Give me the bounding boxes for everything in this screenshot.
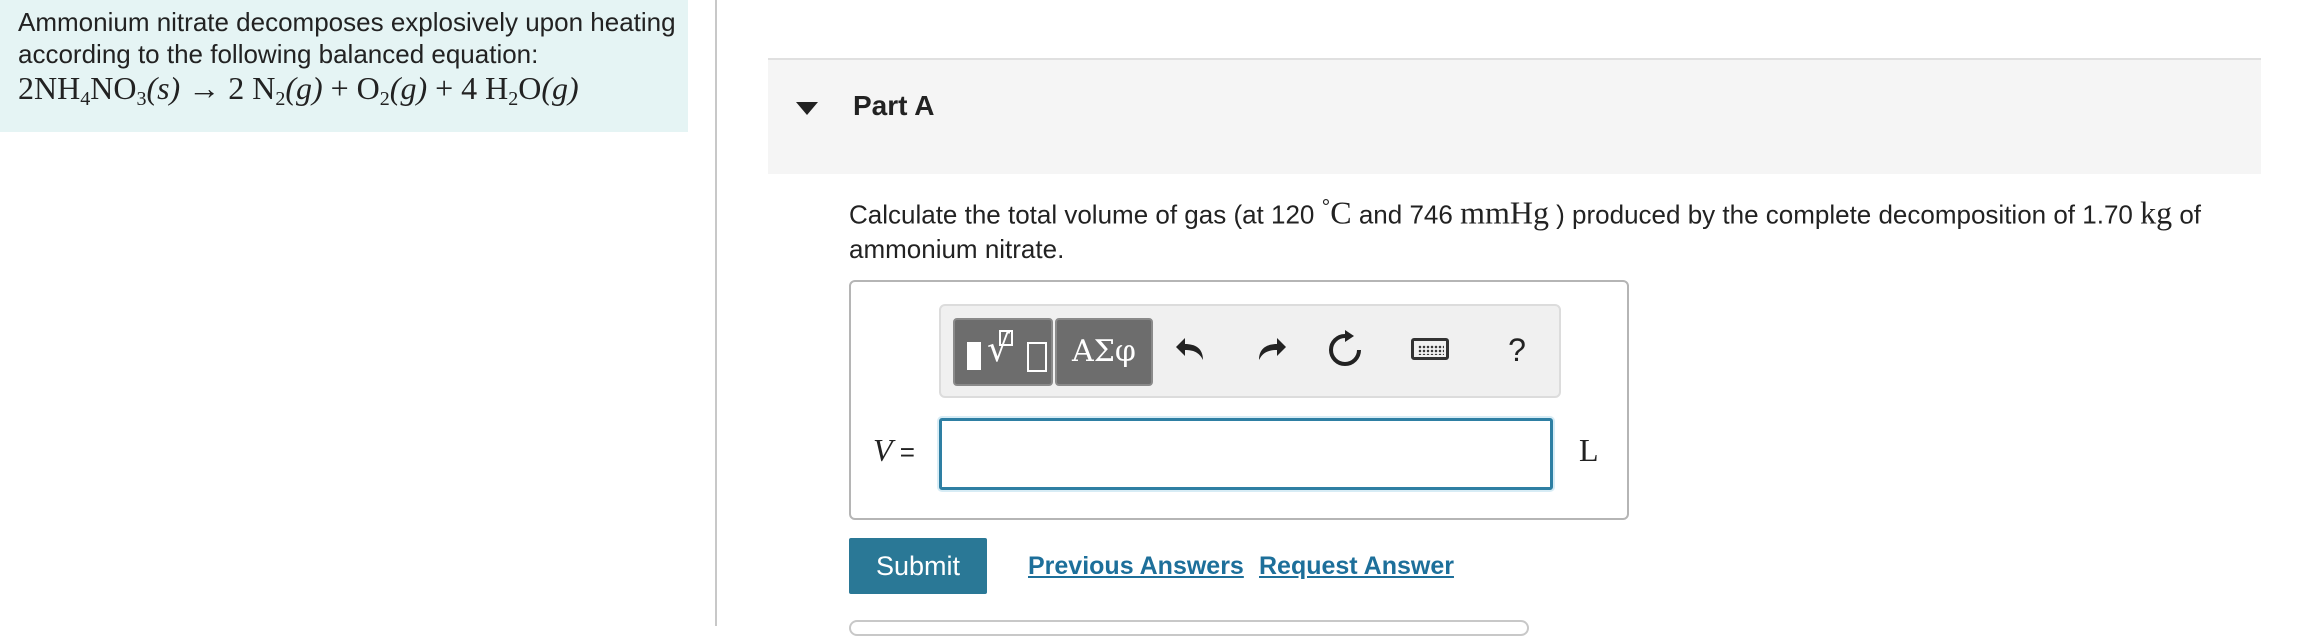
- variable-label: V =: [873, 432, 915, 469]
- panel-divider: [715, 0, 717, 626]
- equals-sign: =: [892, 437, 915, 467]
- reset-circle-icon: [1329, 330, 1361, 366]
- eq-sub: 2: [379, 88, 390, 110]
- eq-product-mid: O: [518, 70, 542, 106]
- greek-symbols-button[interactable]: ΑΣφ: [1055, 318, 1153, 386]
- templates-button[interactable]: √: [953, 318, 1053, 386]
- intro-text: Ammonium nitrate decomposes explosively …: [18, 7, 676, 69]
- answer-container: √ ΑΣφ ? V = L: [849, 280, 1629, 520]
- question-text: Calculate the total volume of gas (at 12…: [849, 190, 2261, 266]
- eq-sub: 2: [508, 88, 519, 110]
- previous-answers-link[interactable]: Previous Answers: [1028, 552, 1244, 581]
- request-answer-link[interactable]: Request Answer: [1259, 552, 1454, 581]
- eq-sub: 2: [275, 88, 286, 110]
- eq-plus: +: [435, 70, 454, 106]
- eq-sub: 4: [80, 88, 91, 110]
- problem-intro-panel: Ammonium nitrate decomposes explosively …: [0, 0, 688, 132]
- keyboard-icon[interactable]: [1411, 338, 1449, 360]
- template-block-icon: [967, 342, 981, 370]
- answer-input[interactable]: [939, 418, 1553, 490]
- radical-icon: √: [987, 329, 1010, 370]
- eq-product: O: [356, 70, 380, 106]
- part-a-header[interactable]: Part A: [768, 58, 2261, 174]
- eq-product: 4 H: [461, 70, 509, 106]
- math-toolbar: √ ΑΣφ ?: [939, 304, 1561, 398]
- eq-state: (g): [541, 70, 579, 106]
- question-segment: ) produced by the complete decomposition…: [1548, 199, 2141, 230]
- redo-arrow-icon: [1259, 338, 1286, 360]
- next-panel-edge: [849, 620, 1529, 636]
- template-box-icon: [1027, 342, 1047, 372]
- collapse-caret-icon[interactable]: [796, 102, 818, 115]
- redo-icon[interactable]: [1249, 330, 1289, 370]
- help-icon[interactable]: ?: [1497, 330, 1537, 370]
- unit-celsius: C: [1330, 194, 1352, 231]
- question-segment: and 746: [1351, 199, 1461, 230]
- balanced-equation: 2NH4NO3(s) → 2 N2(g) + O2(g) + 4 H2O(g): [18, 68, 579, 110]
- eq-state: (s): [146, 70, 181, 106]
- variable-symbol: V: [873, 432, 893, 468]
- keyboard-keys: [1418, 345, 1444, 355]
- submit-button[interactable]: Submit: [849, 538, 987, 594]
- unit-label: L: [1579, 432, 1599, 468]
- undo-arrow-icon: [1176, 338, 1203, 360]
- eq-arrow: →: [188, 70, 221, 106]
- eq-sub: 3: [136, 88, 147, 110]
- reset-icon[interactable]: [1325, 330, 1365, 370]
- undo-icon[interactable]: [1173, 330, 1213, 370]
- question-segment: Calculate the total volume of gas (at 12…: [849, 199, 1322, 230]
- eq-product: 2 N: [228, 70, 276, 106]
- eq-state: (g): [285, 70, 323, 106]
- eq-reactant-mid: NO: [90, 70, 137, 106]
- eq-reactant: 2NH: [18, 70, 81, 106]
- eq-plus: +: [330, 70, 349, 106]
- unit-kg: kg: [2140, 194, 2173, 231]
- eq-state: (g): [389, 70, 428, 106]
- degree-symbol: °: [1321, 194, 1331, 219]
- part-title: Part A: [853, 90, 935, 121]
- unit-mmhg: mmHg: [1460, 194, 1549, 231]
